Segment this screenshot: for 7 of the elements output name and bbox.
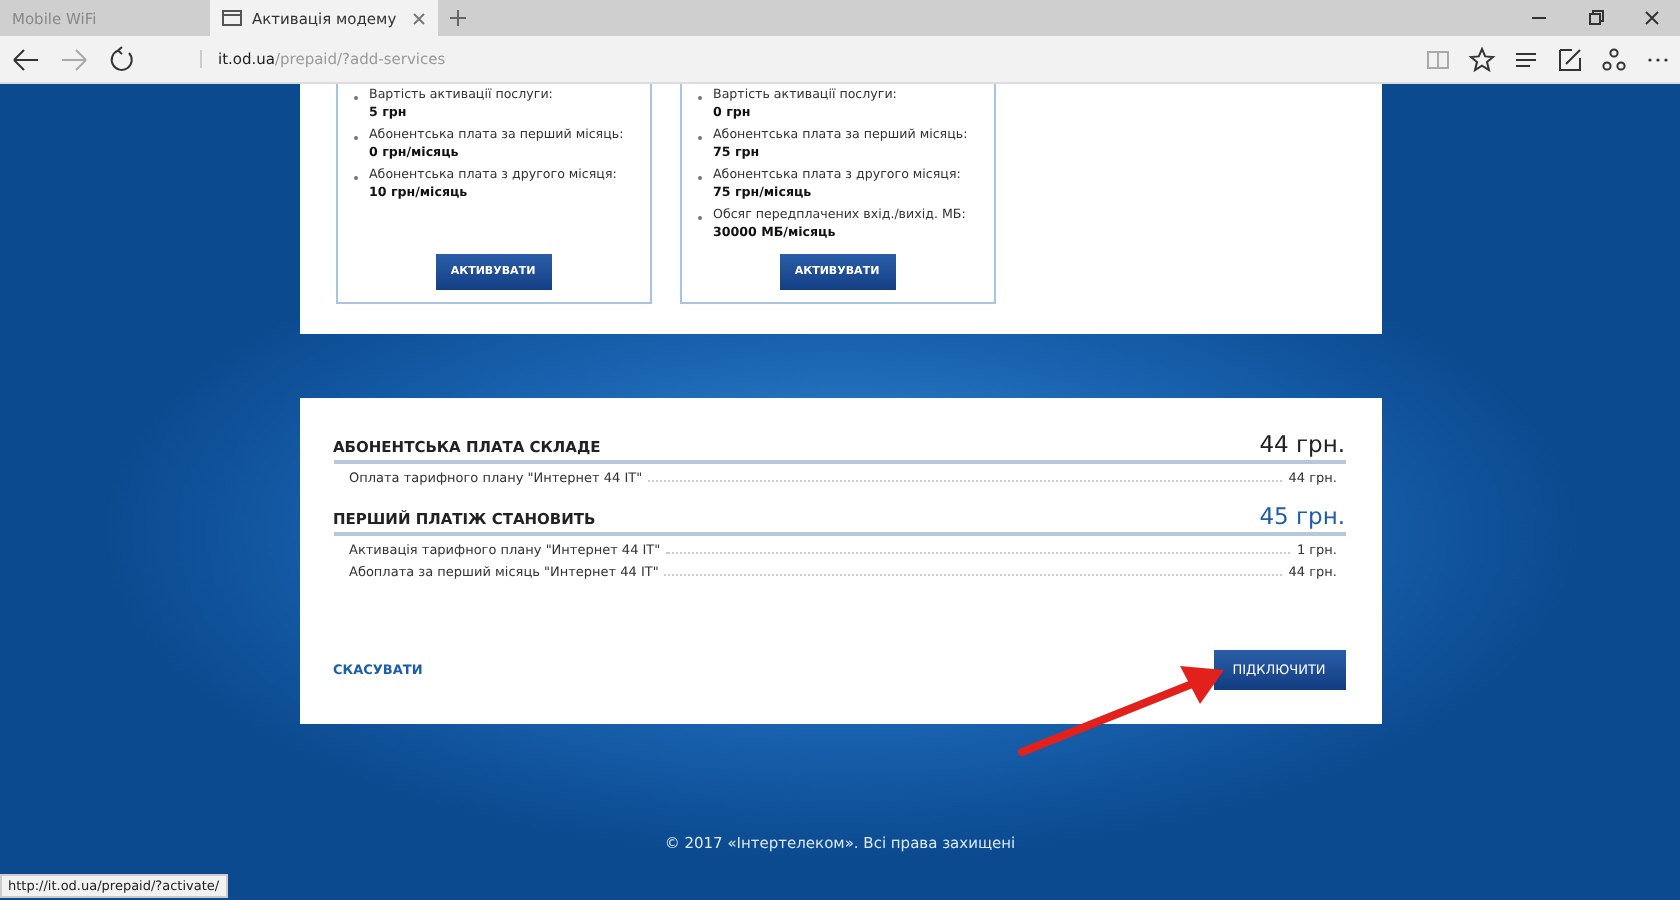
star-icon[interactable] xyxy=(1468,45,1496,73)
plus-icon[interactable] xyxy=(450,10,466,26)
close-icon[interactable] xyxy=(412,11,426,25)
share-icon[interactable] xyxy=(1600,45,1628,73)
section-total: 44 грн. xyxy=(1259,430,1345,458)
section-total: 45 грн. xyxy=(1259,502,1345,530)
page-icon xyxy=(222,10,242,26)
